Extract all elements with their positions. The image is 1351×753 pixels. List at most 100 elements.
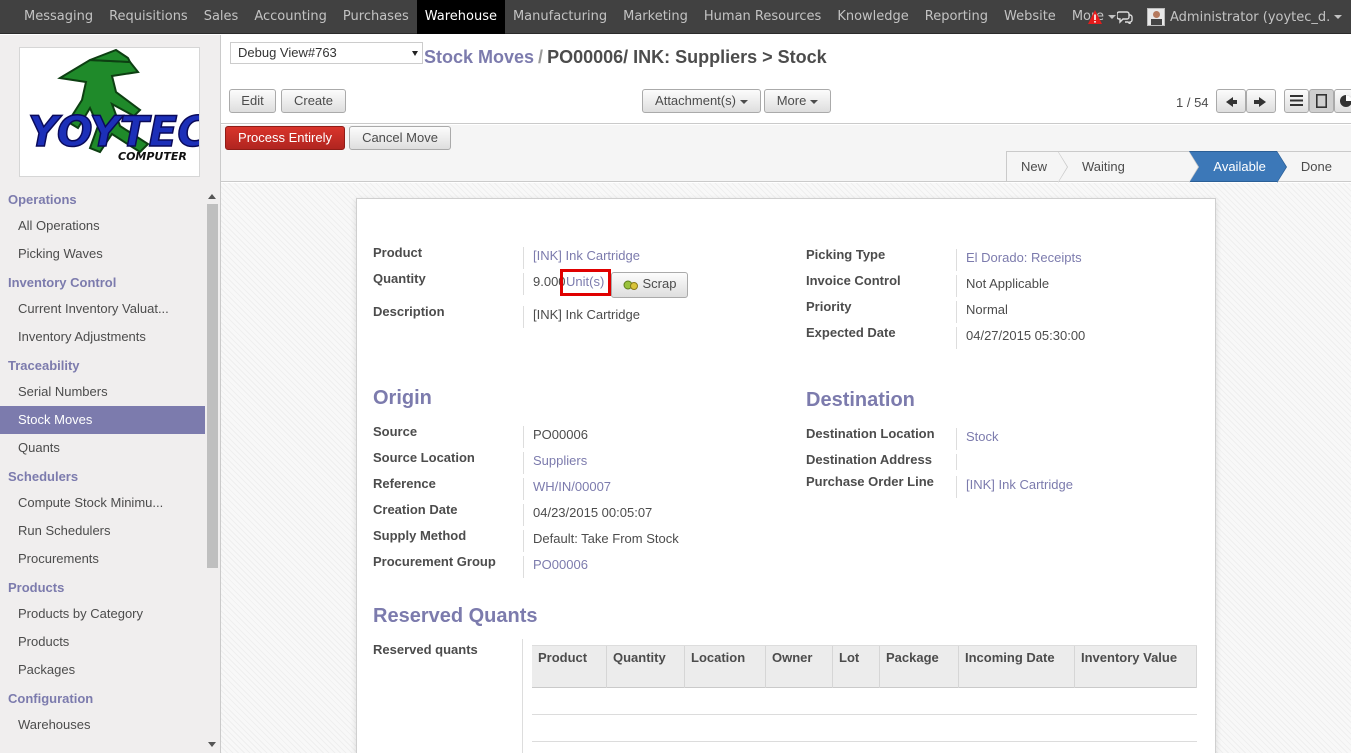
purchase-order-line-link[interactable]: [INK] Ink Cartridge xyxy=(956,476,1073,498)
logo-text: YOYTEC xyxy=(28,107,200,156)
status-waiting-availability: Waiting Availability xyxy=(1058,151,1200,203)
sidebar-item-inventory-adjustments[interactable]: Inventory Adjustments xyxy=(0,323,205,351)
top-menu-item-reporting[interactable]: Reporting xyxy=(917,0,996,34)
table-row xyxy=(532,715,1197,742)
top-menu-item-requisitions[interactable]: Requisitions xyxy=(101,0,196,34)
cancel-move-button[interactable]: Cancel Move xyxy=(349,126,451,150)
reference-link[interactable]: WH/IN/00007 xyxy=(523,478,611,500)
edit-button[interactable]: Edit xyxy=(229,89,276,113)
quantity-label: Quantity xyxy=(373,271,426,286)
form-sheet: Product [INK] Ink Cartridge Quantity 9.0… xyxy=(356,198,1216,753)
invoice-control-label: Invoice Control xyxy=(806,273,901,288)
breadcrumb-separator: / xyxy=(538,47,544,67)
status-new: New xyxy=(1006,151,1069,183)
sidebar-item-run-schedulers[interactable]: Run Schedulers xyxy=(0,517,205,545)
sidebar-section-configuration: Configuration xyxy=(8,691,94,706)
destination-title: Destination xyxy=(806,389,915,411)
reserved-quants-title: Reserved Quants xyxy=(373,605,538,627)
user-menu-name[interactable]: Administrator (yoytec_d... xyxy=(1170,10,1330,25)
scroll-down-icon[interactable] xyxy=(208,742,216,747)
pager-value[interactable]: 1 / 54 xyxy=(1176,95,1209,110)
breadcrumb-stock-moves-link[interactable]: Stock Moves xyxy=(424,47,534,67)
debug-view-value: Debug View#763 xyxy=(238,45,337,60)
scrap-button[interactable]: Scrap xyxy=(611,272,688,298)
graph-view-button[interactable] xyxy=(1334,89,1351,113)
sidebar-scrollbar[interactable] xyxy=(205,192,220,753)
status-bar: New Waiting Availability Available Done xyxy=(1006,151,1351,203)
sidebar-item-all-operations[interactable]: All Operations xyxy=(0,212,205,240)
yoytec-logo-icon: YOYTEC COMPUTER xyxy=(27,48,200,163)
sidebar-item-current-inventory-valuat[interactable]: Current Inventory Valuat... xyxy=(0,295,205,323)
procurement-group-label: Procurement Group xyxy=(373,554,496,569)
column-header-lot[interactable]: Lot xyxy=(833,646,880,688)
column-header-inventory-value[interactable]: Inventory Value xyxy=(1075,646,1197,688)
sidebar-item-products-by-category[interactable]: Products by Category xyxy=(0,600,205,628)
attachments-button[interactable]: Attachment(s) xyxy=(642,89,761,113)
list-icon xyxy=(1290,95,1303,106)
top-menu-item-accounting[interactable]: Accounting xyxy=(246,0,335,34)
reserved-quants-table: Product Quantity Location Owner Lot Package In… xyxy=(532,645,1197,742)
column-header-quantity[interactable]: Quantity xyxy=(607,646,685,688)
sidebar-item-packages[interactable]: Packages xyxy=(0,656,205,684)
priority-value: Normal xyxy=(956,301,1008,323)
source-location-link[interactable]: Suppliers xyxy=(523,452,587,474)
scroll-thumb[interactable] xyxy=(207,204,218,568)
sidebar-item-products[interactable]: Products xyxy=(0,628,205,656)
top-menu-item-manufacturing[interactable]: Manufacturing xyxy=(505,0,615,34)
top-menu-item-website[interactable]: Website xyxy=(996,0,1064,34)
sidebar-item-compute-stock-minimu[interactable]: Compute Stock Minimu... xyxy=(0,489,205,517)
uom-link[interactable]: Unit(s) xyxy=(560,269,611,296)
breadcrumb: Stock Moves / PO00006/ INK: Suppliers > St… xyxy=(424,47,827,68)
attachments-label: Attachment(s) xyxy=(655,93,736,108)
picking-type-link[interactable]: El Dorado: Receipts xyxy=(956,249,1082,271)
sidebar-item-serial-numbers[interactable]: Serial Numbers xyxy=(0,378,205,406)
sidebar-item-stock-moves[interactable]: Stock Moves xyxy=(0,406,205,434)
top-menu-item-purchases[interactable]: Purchases xyxy=(335,0,417,34)
column-header-location[interactable]: Location xyxy=(685,646,766,688)
expected-date-label: Expected Date xyxy=(806,325,896,340)
source-location-label: Source Location xyxy=(373,450,475,465)
pager-previous-button[interactable] xyxy=(1216,89,1246,113)
top-menu-item-knowledge[interactable]: Knowledge xyxy=(829,0,916,34)
list-view-button[interactable] xyxy=(1284,89,1309,113)
process-entirely-button[interactable]: Process Entirely xyxy=(225,126,345,150)
column-header-incoming-date[interactable]: Incoming Date xyxy=(959,646,1075,688)
sidebar-item-warehouses[interactable]: Warehouses xyxy=(0,711,205,739)
sidebar-item-procurements[interactable]: Procurements xyxy=(0,545,205,573)
more-button[interactable]: More xyxy=(764,89,831,113)
top-menu-item-sales[interactable]: Sales xyxy=(196,0,247,34)
pager-next-button[interactable] xyxy=(1246,89,1276,113)
create-button[interactable]: Create xyxy=(281,89,346,113)
sidebar-section-schedulers: Schedulers xyxy=(8,469,79,484)
destination-address-label: Destination Address xyxy=(806,452,932,467)
alert-icon[interactable] xyxy=(1087,9,1103,25)
column-header-product[interactable]: Product xyxy=(532,646,607,688)
scroll-up-icon[interactable] xyxy=(208,194,216,199)
more-label: More xyxy=(776,93,807,108)
user-avatar[interactable] xyxy=(1147,8,1165,26)
column-header-owner[interactable]: Owner xyxy=(766,646,833,688)
top-menu: Messaging Requisitions Sales Accounting Purc… xyxy=(16,0,1124,34)
scrap-label: Scrap xyxy=(642,276,677,291)
destination-location-link[interactable]: Stock xyxy=(956,428,999,450)
description-label: Description xyxy=(373,304,445,319)
destination-address-value[interactable] xyxy=(956,454,966,470)
chat-icon[interactable] xyxy=(1117,10,1133,24)
sidebar-item-quants[interactable]: Quants xyxy=(0,434,205,462)
form-view-button[interactable] xyxy=(1309,89,1334,113)
top-menu-item-messaging[interactable]: Messaging xyxy=(16,0,101,34)
dropdown-arrow-icon xyxy=(412,51,418,56)
expected-date-value: 04/27/2015 05:30:00 xyxy=(956,327,1085,349)
graph-icon xyxy=(1340,95,1351,107)
column-header-package[interactable]: Package xyxy=(880,646,959,688)
product-link[interactable]: [INK] Ink Cartridge xyxy=(523,247,640,269)
procurement-group-link[interactable]: PO00006 xyxy=(523,556,588,578)
top-menu-item-marketing[interactable]: Marketing xyxy=(615,0,696,34)
company-logo[interactable]: YOYTEC COMPUTER xyxy=(19,47,200,177)
top-menu-item-human-resources[interactable]: Human Resources xyxy=(696,0,829,34)
sidebar-item-picking-waves[interactable]: Picking Waves xyxy=(0,240,205,268)
chevron-down-icon xyxy=(810,99,819,104)
top-menu-item-warehouse[interactable]: Warehouse xyxy=(416,0,505,34)
debug-view-select[interactable]: Debug View#763 xyxy=(230,42,423,64)
sidebar-menu: Operations All Operations Picking Waves Inv… xyxy=(0,185,205,739)
